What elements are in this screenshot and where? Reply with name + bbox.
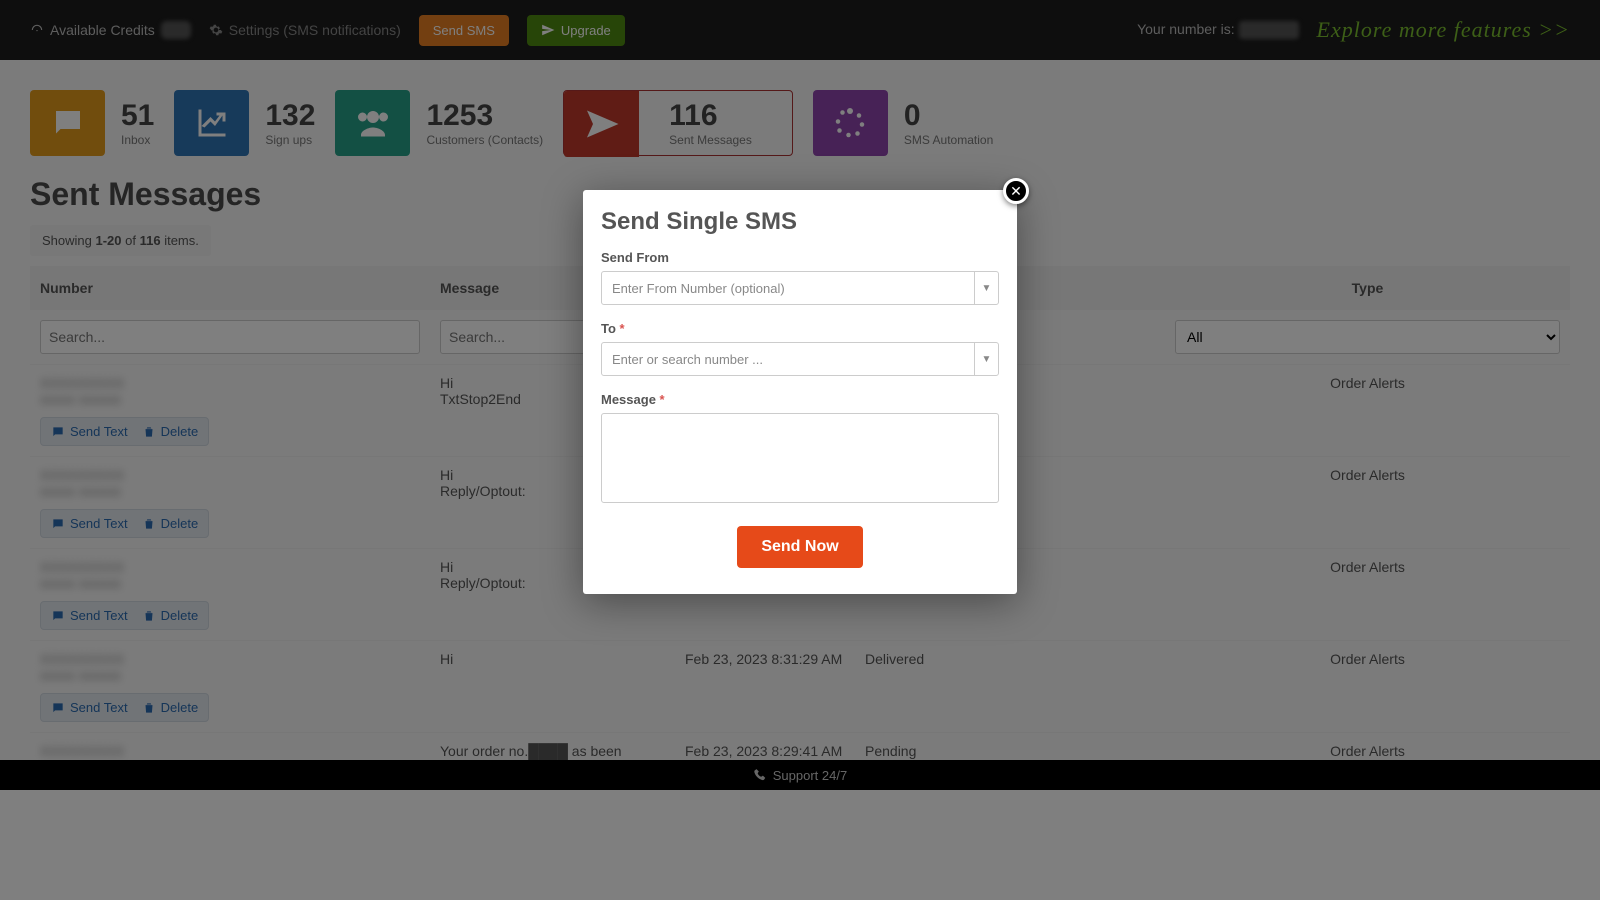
chevron-down-icon[interactable]: ▼ — [974, 272, 998, 304]
from-label: Send From — [601, 250, 999, 265]
message-label: Message * — [601, 392, 999, 407]
send-sms-modal: ✕ Send Single SMS Send From Enter From N… — [583, 190, 1017, 594]
modal-close-button[interactable]: ✕ — [1003, 178, 1029, 204]
to-number-select[interactable]: Enter or search number ... ▼ — [601, 342, 999, 376]
from-number-select[interactable]: Enter From Number (optional) ▼ — [601, 271, 999, 305]
modal-title: Send Single SMS — [601, 208, 999, 236]
message-textarea[interactable] — [601, 413, 999, 503]
chevron-down-icon[interactable]: ▼ — [974, 343, 998, 375]
send-now-button[interactable]: Send Now — [737, 526, 862, 568]
to-label: To * — [601, 321, 999, 336]
